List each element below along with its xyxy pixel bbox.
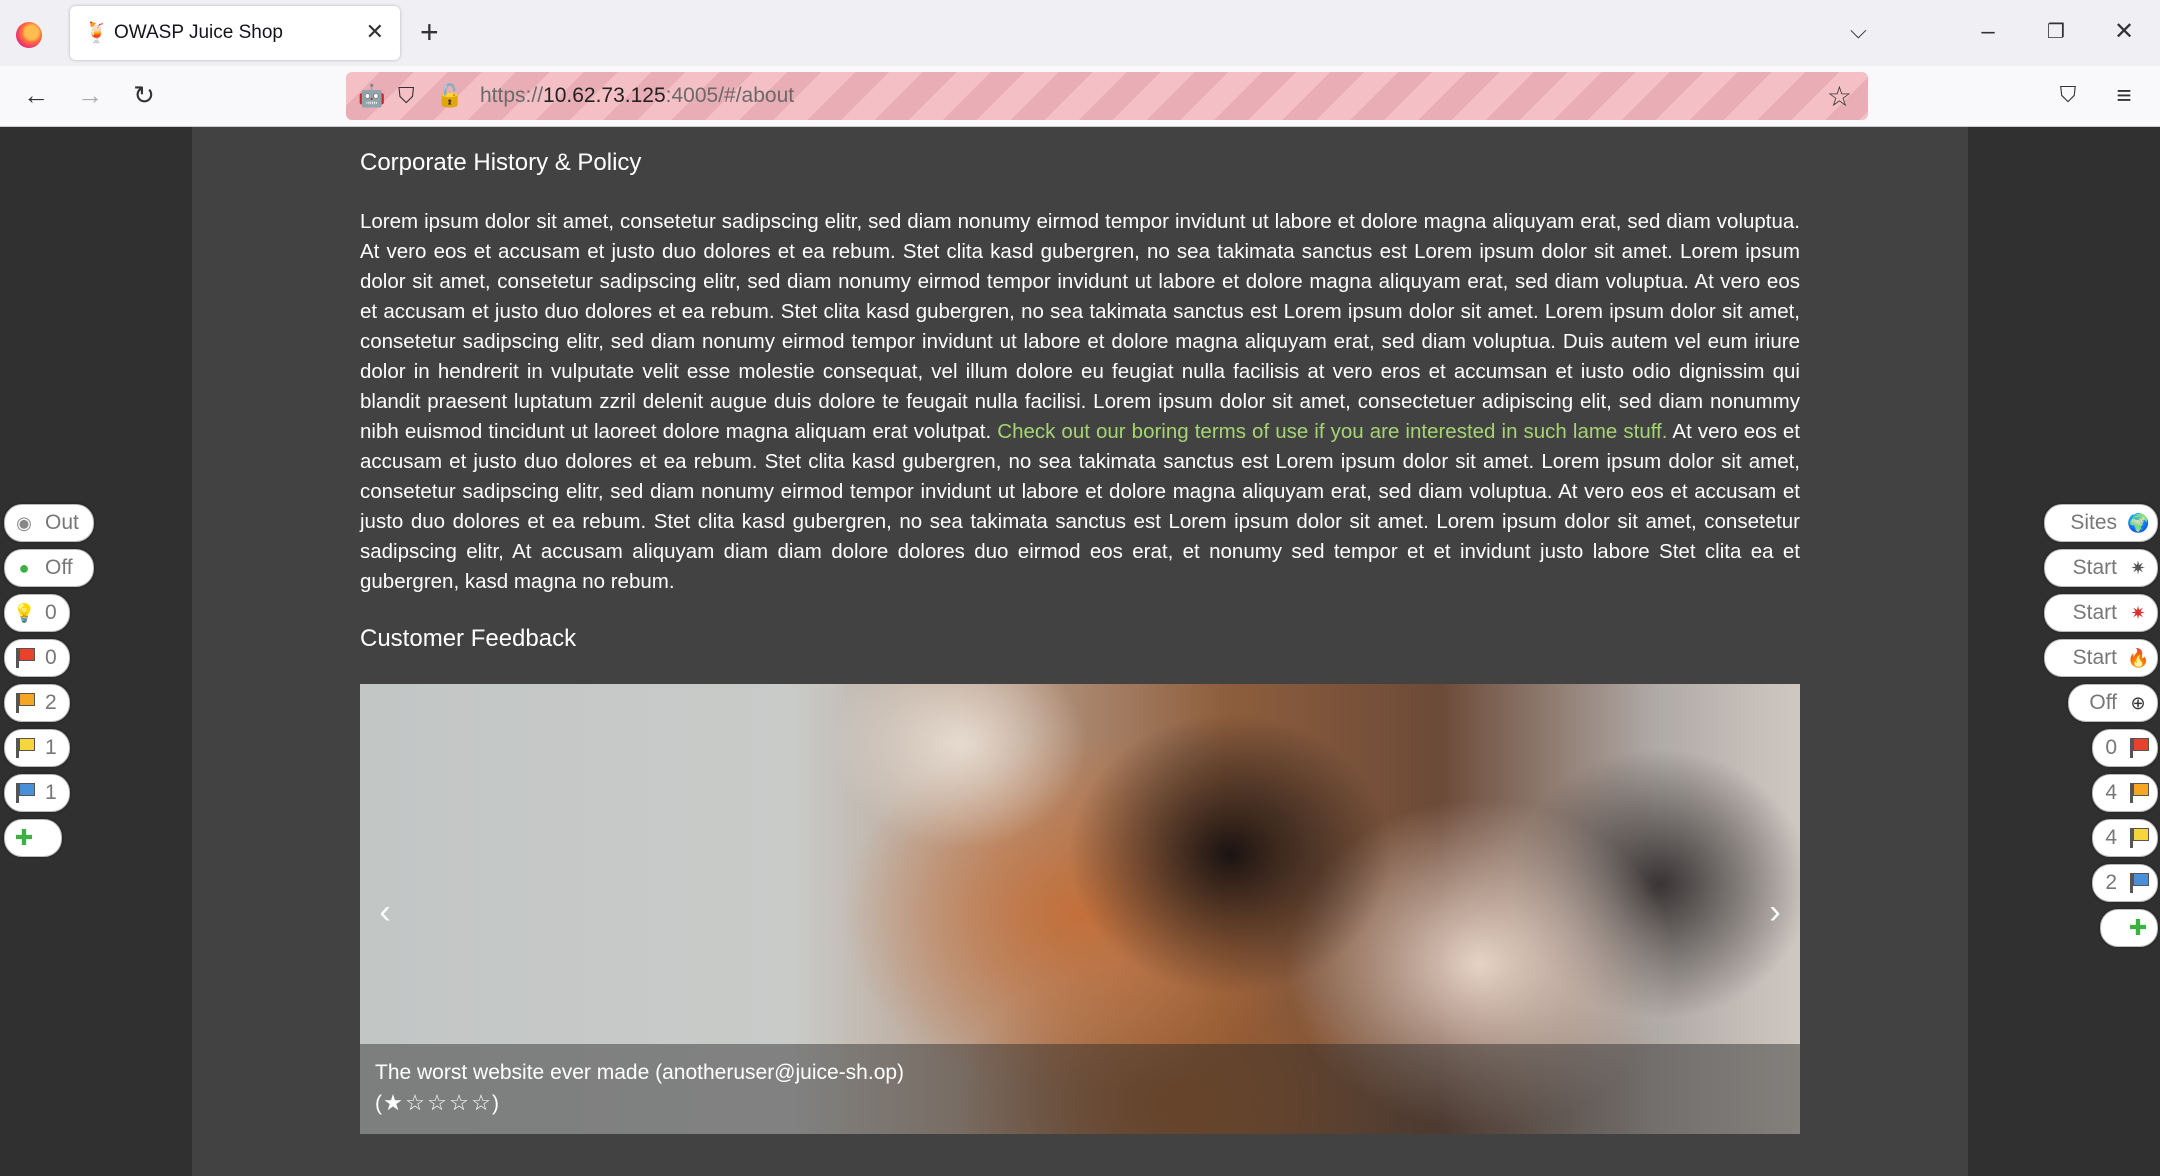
widget-label: 4 <box>2105 826 2117 849</box>
carousel-prev-icon[interactable]: ‹ <box>370 894 400 930</box>
widget-label: Off <box>45 556 73 579</box>
widget-label: 2 <box>45 691 57 714</box>
pocket-icon[interactable]: ⛉ <box>2050 80 2086 110</box>
star-empty-icon: ☆ <box>427 1090 447 1115</box>
back-icon[interactable]: ← <box>18 80 54 110</box>
firefox-icon[interactable] <box>16 22 42 48</box>
shield-icon[interactable]: ⛉ <box>398 82 415 110</box>
zap-widget-0-red-flag-icon[interactable]: 0 <box>4 639 70 677</box>
zap-widget-add-plus-icon[interactable]: ✚ <box>2100 909 2158 947</box>
carousel-next-icon[interactable]: › <box>1760 894 1790 930</box>
plus-icon: ✚ <box>14 825 34 850</box>
record-icon: ◉ <box>16 513 32 533</box>
browser-tab-bar: 🍹 OWASP Juice Shop ✕ + ⌵ – ❐ ✕ <box>0 0 2160 66</box>
widget-label: 1 <box>45 781 57 804</box>
zap-widget-2-blue-flag-icon[interactable]: 2 <box>2092 864 2158 902</box>
minimize-icon[interactable]: – <box>1968 14 2008 50</box>
zap-widget-1-blue-flag-icon[interactable]: 1 <box>4 774 70 812</box>
star-empty-icon: ☆ <box>405 1090 425 1115</box>
close-tab-icon[interactable]: ✕ <box>366 19 384 45</box>
widget-label: Start <box>2072 556 2117 579</box>
widget-label: Off <box>2089 691 2117 714</box>
star-empty-icon: ☆ <box>449 1090 469 1115</box>
flame-icon: 🔥 <box>2127 648 2150 668</box>
robot-icon[interactable]: 🤖 <box>358 82 385 110</box>
zap-widget-add-plus-icon[interactable]: ✚ <box>4 819 62 857</box>
widget-label: 1 <box>45 736 57 759</box>
widget-label: Start <box>2072 601 2117 624</box>
green-dot-icon: ● <box>18 558 30 578</box>
star-filled-icon: ★ <box>383 1090 403 1115</box>
zap-widget-1-yellow-flag-icon[interactable]: 1 <box>4 729 70 767</box>
juice-shop-favicon-icon: 🍹 <box>84 22 109 44</box>
widget-label: 0 <box>45 601 57 624</box>
red-flag-icon <box>2128 737 2149 759</box>
feedback-caption: The worst website ever made (anotheruser… <box>360 1044 1800 1134</box>
zap-widget-0-lightbulb-icon[interactable]: 💡 0 <box>4 594 70 632</box>
zap-widget-4-yellow-flag-icon[interactable]: 4 <box>2092 819 2158 857</box>
orange-flag-icon <box>14 692 35 714</box>
lightbulb-icon: 💡 <box>13 603 36 623</box>
widget-label: 0 <box>2105 736 2117 759</box>
red-flag-icon <box>14 647 35 669</box>
page-viewport: Corporate History & Policy Lorem ipsum d… <box>0 127 2160 1176</box>
zap-widget-sites-globe-icon[interactable]: 🌍 Sites <box>2044 504 2158 542</box>
yellow-flag-icon <box>2128 827 2149 849</box>
widget-label: 4 <box>2105 781 2117 804</box>
yellow-flag-icon <box>14 737 35 759</box>
address-bar[interactable]: 🤖 ⛉ 🔓 https://10.62.73.125:4005/#/about … <box>346 72 1868 120</box>
lock-warning-icon[interactable]: 🔓 <box>436 82 463 110</box>
terms-of-use-link[interactable]: Check out our boring terms of use if you… <box>997 420 1667 443</box>
widget-label: Out <box>45 511 79 534</box>
bookmark-star-icon[interactable]: ☆ <box>1827 80 1852 113</box>
restore-icon[interactable]: ❐ <box>2036 14 2076 50</box>
zap-widget-off-green-dot-icon[interactable]: ● Off <box>4 549 94 587</box>
zap-widget-off-crosshair-icon[interactable]: ⊕ Off <box>2068 684 2158 722</box>
zap-widget-out-record-icon[interactable]: ◉ Out <box>4 504 94 542</box>
window-close-icon[interactable]: ✕ <box>2104 14 2144 50</box>
plus-icon: ✚ <box>2128 915 2148 940</box>
star-empty-icon: ☆ <box>471 1090 491 1115</box>
new-tab-icon[interactable]: + <box>420 14 439 50</box>
zap-widget-start-red-spider-icon[interactable]: ✷ Start <box>2044 594 2158 632</box>
red-spider-icon: ✷ <box>2130 603 2146 623</box>
widget-label: Start <box>2072 646 2117 669</box>
reload-icon[interactable]: ↻ <box>126 80 162 110</box>
feedback-comment: The worst website ever made (anotheruser… <box>375 1061 905 1084</box>
zap-widget-start-flame-icon[interactable]: 🔥 Start <box>2044 639 2158 677</box>
spider-icon: ✷ <box>2130 558 2146 578</box>
zap-widget-4-orange-flag-icon[interactable]: 4 <box>2092 774 2158 812</box>
zap-widget-0-red-flag-icon[interactable]: 0 <box>2092 729 2158 767</box>
browser-nav-bar: ← → ↻ 🤖 ⛉ 🔓 https://10.62.73.125:4005/#/… <box>0 66 2160 127</box>
zap-widget-start-spider-icon[interactable]: ✷ Start <box>2044 549 2158 587</box>
forward-icon[interactable]: → <box>72 80 108 110</box>
about-content-card: Corporate History & Policy Lorem ipsum d… <box>192 127 1968 1176</box>
globe-icon: 🌍 <box>2127 513 2150 533</box>
zap-widget-2-orange-flag-icon[interactable]: 2 <box>4 684 70 722</box>
widget-label: 2 <box>2105 871 2117 894</box>
corporate-history-heading: Corporate History & Policy <box>360 149 642 176</box>
orange-flag-icon <box>2128 782 2149 804</box>
customer-feedback-heading: Customer Feedback <box>360 625 577 652</box>
browser-tab[interactable]: 🍹 OWASP Juice Shop ✕ <box>70 6 400 60</box>
widget-label: 0 <box>45 646 57 669</box>
corporate-history-text: Lorem ipsum dolor sit amet, consetetur s… <box>360 210 1800 593</box>
widget-label: Sites <box>2070 511 2117 534</box>
tab-title: OWASP Juice Shop <box>114 22 283 43</box>
feedback-carousel[interactable]: ‹ › The worst website ever made (another… <box>360 684 1800 1134</box>
feedback-rating: (★ ☆ ☆ ☆ ☆) <box>375 1088 904 1119</box>
url-text[interactable]: https://10.62.73.125:4005/#/about <box>480 84 794 108</box>
menu-icon[interactable]: ≡ <box>2106 80 2142 110</box>
blue-flag-icon <box>2128 872 2149 894</box>
tab-list-chevron-icon[interactable]: ⌵ <box>1850 18 1867 44</box>
crosshair-icon: ⊕ <box>2130 693 2146 713</box>
blue-flag-icon <box>14 782 35 804</box>
